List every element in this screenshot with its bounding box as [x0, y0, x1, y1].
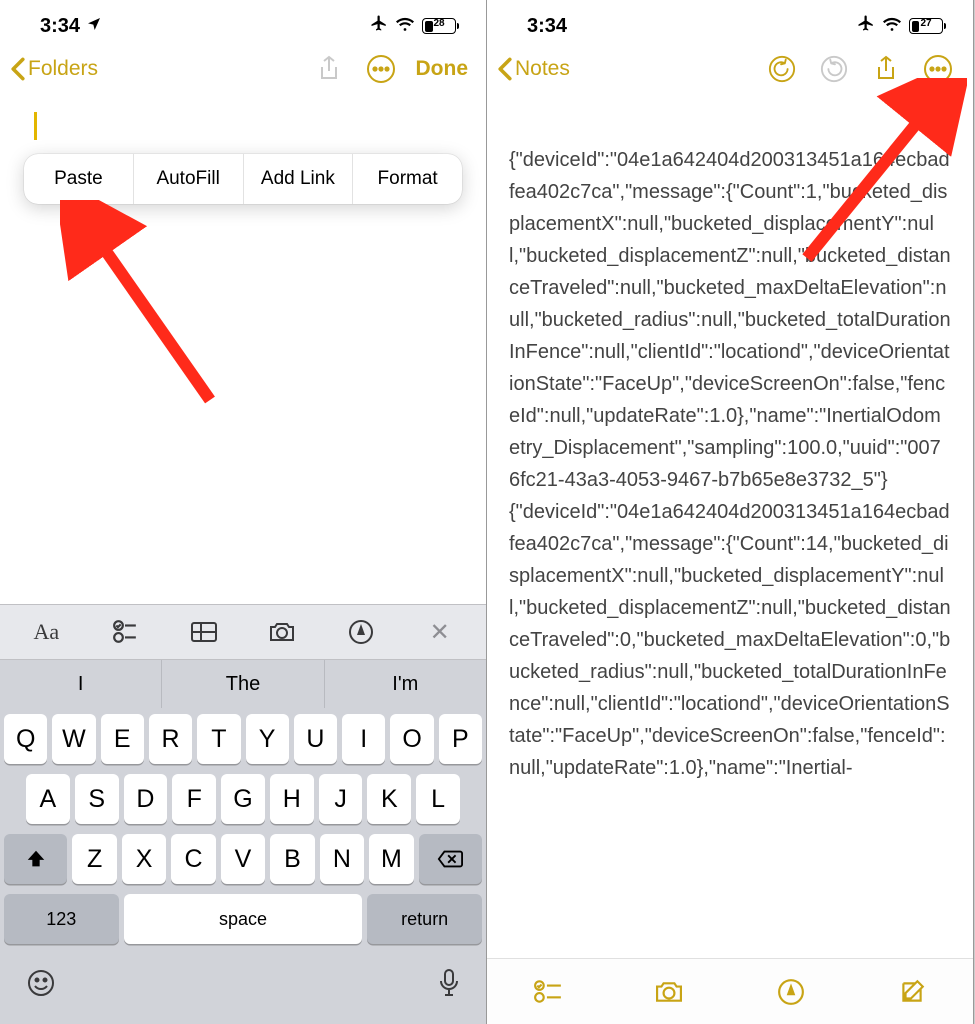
key-g[interactable]: G [221, 774, 265, 824]
key-b[interactable]: B [270, 834, 314, 884]
key-r[interactable]: R [149, 714, 192, 764]
key-f[interactable]: F [172, 774, 216, 824]
close-keyboard-toolbar-button[interactable]: ✕ [401, 611, 478, 653]
format-button[interactable]: Format [353, 154, 462, 204]
key-q[interactable]: Q [4, 714, 47, 764]
wifi-icon [882, 15, 902, 38]
status-time: 3:34 [40, 15, 80, 38]
keyboard: Aa ✕ I The I'm QWERTYUIOP ASDFGHJKL [0, 604, 486, 1024]
battery-icon: 27 [909, 18, 943, 34]
return-key[interactable]: return [367, 894, 482, 944]
backspace-key[interactable] [419, 834, 482, 884]
more-button[interactable] [921, 52, 955, 86]
formatting-bar: Aa ✕ [0, 604, 486, 660]
key-m[interactable]: M [369, 834, 413, 884]
key-z[interactable]: Z [72, 834, 116, 884]
markup-button[interactable] [323, 611, 400, 653]
key-o[interactable]: O [390, 714, 433, 764]
status-bar: 3:34 27 [487, 0, 973, 44]
share-button[interactable] [312, 52, 346, 86]
key-v[interactable]: V [221, 834, 265, 884]
back-label: Notes [515, 57, 570, 81]
add-link-button[interactable]: Add Link [244, 154, 354, 204]
key-w[interactable]: W [52, 714, 95, 764]
nav-bar: Folders Done [0, 44, 486, 96]
key-t[interactable]: T [197, 714, 240, 764]
key-row-2: ASDFGHJKL [4, 774, 482, 824]
numbers-key[interactable]: 123 [4, 894, 119, 944]
undo-button[interactable] [765, 52, 799, 86]
key-k[interactable]: K [367, 774, 411, 824]
paste-button[interactable]: Paste [24, 154, 134, 204]
text-cursor [34, 112, 37, 140]
suggestion-2[interactable]: The [162, 660, 324, 708]
camera-button[interactable] [647, 970, 691, 1014]
nav-bar: Notes [487, 44, 973, 96]
table-button[interactable] [165, 611, 242, 653]
key-u[interactable]: U [294, 714, 337, 764]
key-i[interactable]: I [342, 714, 385, 764]
key-n[interactable]: N [320, 834, 364, 884]
annotation-arrow [60, 200, 240, 420]
key-l[interactable]: L [416, 774, 460, 824]
autofill-button[interactable]: AutoFill [134, 154, 244, 204]
back-button[interactable]: Notes [497, 57, 570, 81]
key-a[interactable]: A [26, 774, 70, 824]
note-content[interactable]: {"deviceId":"04e1a642404d200313451a164ec… [487, 96, 973, 784]
more-button[interactable] [364, 52, 398, 86]
shift-key[interactable] [4, 834, 67, 884]
location-icon [86, 15, 102, 38]
context-menu: Paste AutoFill Add Link Format [24, 154, 462, 204]
done-button[interactable]: Done [416, 57, 469, 81]
redo-button[interactable] [817, 52, 851, 86]
keyboard-bottom-row [0, 958, 486, 1024]
suggestion-1[interactable]: I [0, 660, 162, 708]
key-j[interactable]: J [319, 774, 363, 824]
wifi-icon [395, 15, 415, 38]
suggestions-bar: I The I'm [0, 660, 486, 708]
battery-icon: 28 [422, 18, 456, 34]
checklist-button[interactable] [87, 611, 164, 653]
suggestion-3[interactable]: I'm [325, 660, 486, 708]
dictation-button[interactable] [438, 968, 460, 1006]
status-time: 3:34 [527, 15, 567, 38]
key-x[interactable]: X [122, 834, 166, 884]
key-d[interactable]: D [124, 774, 168, 824]
back-label: Folders [28, 57, 98, 81]
compose-button[interactable] [890, 970, 934, 1014]
bottom-toolbar [487, 958, 973, 1024]
checklist-button[interactable] [526, 970, 570, 1014]
share-button[interactable] [869, 52, 903, 86]
back-button[interactable]: Folders [10, 57, 98, 81]
key-row-1: QWERTYUIOP [4, 714, 482, 764]
key-h[interactable]: H [270, 774, 314, 824]
key-e[interactable]: E [101, 714, 144, 764]
phone-left: 3:34 28 Folders [0, 0, 487, 1024]
key-row-4: 123 space return [4, 894, 482, 944]
key-y[interactable]: Y [246, 714, 289, 764]
markup-button[interactable] [769, 970, 813, 1014]
emoji-button[interactable] [26, 968, 56, 1006]
key-s[interactable]: S [75, 774, 119, 824]
key-p[interactable]: P [439, 714, 482, 764]
airplane-mode-icon [857, 14, 875, 38]
camera-button[interactable] [244, 611, 321, 653]
key-row-3: ZXCVBNM [4, 834, 482, 884]
airplane-mode-icon [370, 14, 388, 38]
key-c[interactable]: C [171, 834, 215, 884]
text-style-button[interactable]: Aa [8, 611, 85, 653]
space-key[interactable]: space [124, 894, 363, 944]
phone-right: 3:34 27 Notes [487, 0, 974, 1024]
status-bar: 3:34 28 [0, 0, 486, 44]
